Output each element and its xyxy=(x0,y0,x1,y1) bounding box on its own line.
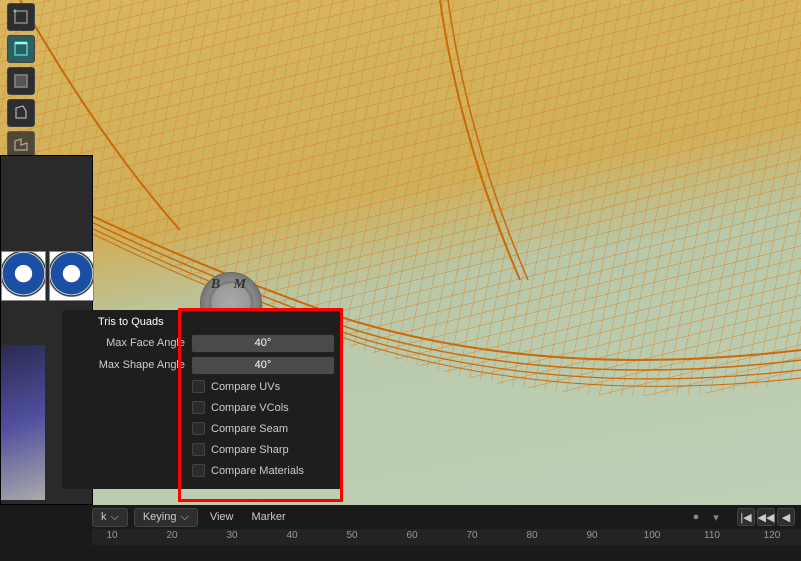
compare-sharp-checkbox[interactable] xyxy=(192,443,205,456)
playback-dropdown-label: k xyxy=(101,511,107,523)
compare-seam-checkbox[interactable] xyxy=(192,422,205,435)
thumbnail[interactable] xyxy=(1,251,46,301)
marker-menu[interactable]: Marker xyxy=(245,509,291,525)
compare-vcols-checkbox[interactable] xyxy=(192,401,205,414)
compare-materials-checkbox[interactable] xyxy=(192,464,205,477)
max-shape-angle-label: Max Shape Angle xyxy=(70,359,185,371)
frame-tick: 110 xyxy=(704,530,720,541)
face-select-button[interactable] xyxy=(7,67,35,95)
auto-key-button[interactable]: ● xyxy=(687,508,705,526)
auto-key-mode[interactable]: ▾ xyxy=(707,508,725,526)
compare-seam-label: Compare Seam xyxy=(211,423,288,435)
compare-sharp-label: Compare Sharp xyxy=(211,444,289,456)
transport-controls: ● ▾ |◀ ◀◀ ◀ xyxy=(687,508,795,526)
play-reverse-button[interactable]: ◀ xyxy=(777,508,795,526)
frame-tick: 90 xyxy=(586,530,597,541)
compare-materials-label: Compare Materials xyxy=(211,465,304,477)
badge-text: B M xyxy=(211,277,251,293)
preview-image xyxy=(1,345,45,500)
chevron-down-icon: ⌵ xyxy=(111,511,119,524)
vertex-select-button[interactable] xyxy=(7,3,35,31)
chevron-down-icon: ⌵ xyxy=(180,511,188,524)
frame-tick: 70 xyxy=(466,530,477,541)
keying-dropdown[interactable]: Keying ⌵ xyxy=(134,508,198,527)
operator-title: Tris to Quads xyxy=(70,316,335,332)
max-shape-angle-input[interactable]: 40° xyxy=(191,356,335,375)
max-face-angle-input[interactable]: 40° xyxy=(191,334,335,353)
frame-tick: 10 xyxy=(106,530,117,541)
playback-dropdown[interactable]: k ⌵ xyxy=(92,508,128,527)
keying-dropdown-label: Keying xyxy=(143,511,177,523)
frame-tick: 20 xyxy=(166,530,177,541)
frame-tick: 50 xyxy=(346,530,357,541)
compare-vcols-label: Compare VCols xyxy=(211,402,289,414)
frame-tick: 30 xyxy=(226,530,237,541)
timeline-header: k ⌵ Keying ⌵ View Marker xyxy=(92,506,292,528)
frame-tick: 40 xyxy=(286,530,297,541)
mesh-select-mode-toolbar xyxy=(7,3,35,159)
frame-tick: 80 xyxy=(526,530,537,541)
thumbnail[interactable] xyxy=(49,251,94,301)
timeline-ruler[interactable]: 10 20 30 40 50 60 70 80 90 100 110 120 xyxy=(92,529,801,545)
thumbnail-row xyxy=(1,251,94,301)
prev-keyframe-button[interactable]: ◀◀ xyxy=(757,508,775,526)
frame-tick: 120 xyxy=(764,530,781,541)
frame-tick: 60 xyxy=(406,530,417,541)
view-menu[interactable]: View xyxy=(204,509,240,525)
max-face-angle-label: Max Face Angle xyxy=(70,337,185,349)
compare-uvs-label: Compare UVs xyxy=(211,381,280,393)
compare-uvs-checkbox[interactable] xyxy=(192,380,205,393)
edge-select-button[interactable] xyxy=(7,35,35,63)
operator-redo-panel: Tris to Quads Max Face Angle 40° Max Sha… xyxy=(62,310,343,489)
uv-face-button[interactable] xyxy=(7,99,35,127)
frame-tick: 100 xyxy=(644,530,661,541)
jump-to-start-button[interactable]: |◀ xyxy=(737,508,755,526)
